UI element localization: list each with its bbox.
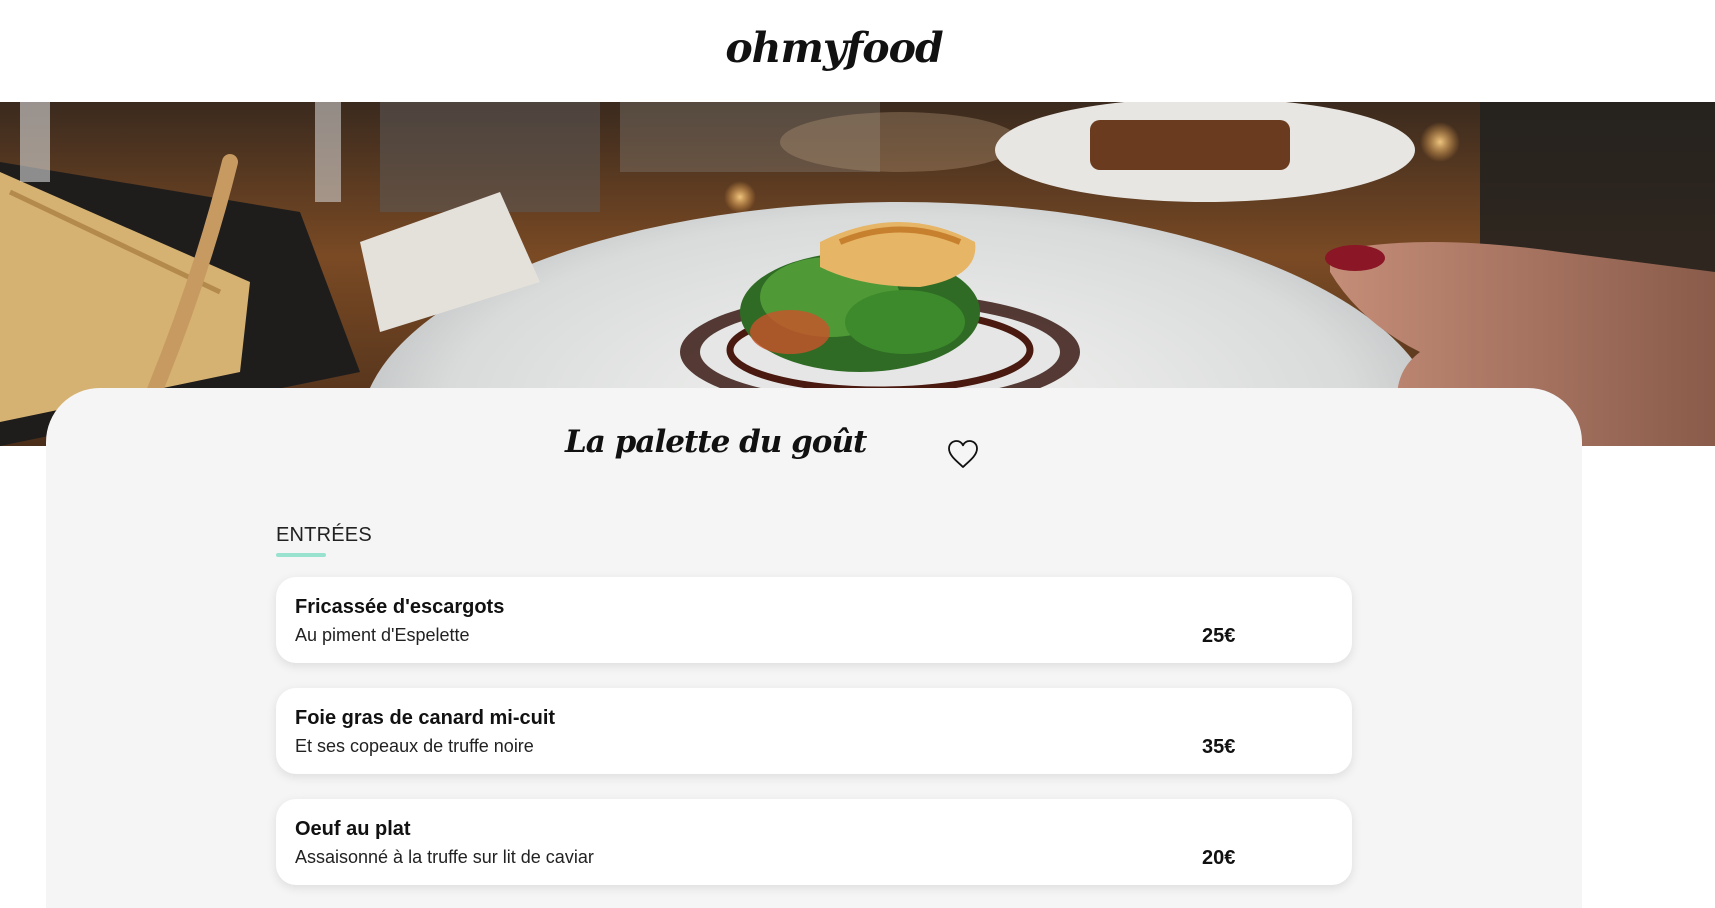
heart-icon[interactable] xyxy=(946,438,980,470)
site-header: ohmyfood xyxy=(0,0,1715,102)
dish-description: Assaisonné à la truffe sur lit de caviar xyxy=(295,847,594,867)
section-underline xyxy=(276,553,326,557)
dish-price: 25€ xyxy=(1202,625,1236,647)
dish-name: Fricassée d'escargots xyxy=(295,596,505,618)
dish-description: Et ses copeaux de truffe noire xyxy=(295,736,534,756)
dish-description: Au piment d'Espelette xyxy=(295,625,470,645)
dish-card[interactable]: Foie gras de canard mi-cuit Et ses copea… xyxy=(276,688,1352,774)
dish-price: 35€ xyxy=(1202,736,1236,758)
section-title: ENTRÉES xyxy=(276,524,372,546)
dish-card[interactable]: Fricassée d'escargots Au piment d'Espele… xyxy=(276,577,1352,663)
dish-name: Foie gras de canard mi-cuit xyxy=(295,707,556,729)
dish-price: 20€ xyxy=(1202,847,1236,869)
dish-card[interactable]: Oeuf au plat Assaisonné à la truffe sur … xyxy=(276,799,1352,885)
site-logo[interactable]: ohmyfood xyxy=(725,24,943,72)
restaurant-name: La palette du goût xyxy=(565,424,867,460)
dish-name: Oeuf au plat xyxy=(295,818,411,840)
